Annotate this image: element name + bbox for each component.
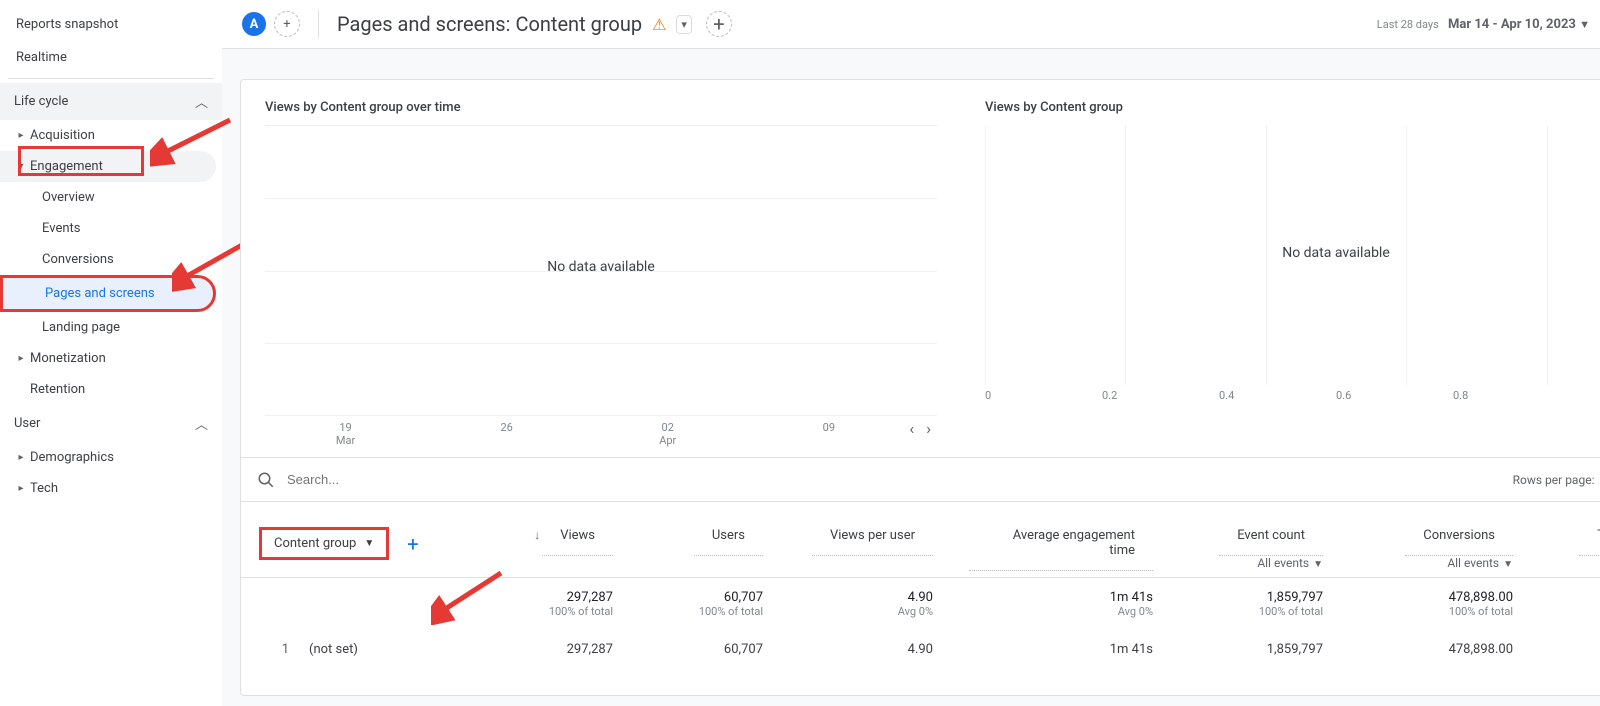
col-event-count[interactable]: Event count [1219, 516, 1323, 556]
no-data-label: No data available [265, 259, 937, 275]
segment-chip[interactable]: A [242, 12, 266, 36]
chart-next-button[interactable]: › [926, 419, 931, 438]
cell-events: 1,859,797 [1171, 630, 1341, 669]
sidebar-realtime[interactable]: Realtime [0, 41, 222, 74]
cell-rev: $97,519.30 [1531, 630, 1600, 669]
summary-aet: 1m 41s [969, 590, 1153, 605]
annotation-arrow-icon [431, 565, 511, 625]
plus-icon: + [283, 17, 290, 32]
sidebar-monetization-label: Monetization [30, 351, 106, 366]
caret-right-icon: ▸ [12, 483, 30, 494]
warning-triangle-icon[interactable]: ⚠ [652, 15, 666, 34]
add-segment-button[interactable]: + [274, 11, 300, 37]
page-title: Pages and screens: Content group ⚠ ▾ + [337, 11, 732, 37]
sidebar-tech-label: Tech [30, 481, 58, 496]
col-avg-engagement[interactable]: Average engagement time [969, 516, 1153, 571]
sidebar-group-user[interactable]: User ︿ [0, 405, 222, 442]
cell-conv: 478,898.00 [1341, 630, 1531, 669]
sidebar-item-retention[interactable]: Retention [0, 374, 222, 405]
sidebar-demographics-label: Demographics [30, 450, 114, 465]
table-toolbar: Rows per page: 10 1-1 of 1 [241, 457, 1600, 502]
search-icon [257, 471, 275, 489]
col-views[interactable]: Views [542, 516, 613, 556]
conversion-filter[interactable]: All events▼ [1447, 556, 1513, 570]
dimension-picker[interactable]: Content group ▼ [259, 527, 389, 560]
col-views-per-user[interactable]: Views per user [812, 516, 933, 556]
chevron-up-icon: ︿ [195, 414, 208, 433]
page-title-text: Pages and screens: Content group [337, 12, 642, 36]
col-conversions[interactable]: Conversions [1405, 516, 1513, 556]
chevron-up-icon: ︿ [195, 92, 208, 111]
cell-views: 297,287 [461, 630, 631, 669]
sidebar-item-landing-page[interactable]: Landing page [0, 312, 222, 343]
chart-title: Views by Content group [985, 100, 1600, 115]
chart-prev-button[interactable]: ‹ [909, 419, 914, 438]
sidebar-user-label: User [14, 416, 40, 431]
sidebar: Reports snapshot Realtime Life cycle ︿ ▸… [0, 0, 222, 706]
rows-per-page[interactable]: Rows per page: 10 [1513, 471, 1600, 488]
sidebar-acquisition-label: Acquisition [30, 128, 95, 143]
chart-title: Views by Content group over time [265, 100, 937, 115]
sidebar-item-monetization[interactable]: ▸ Monetization [0, 343, 222, 374]
chart-x-axis: 19Mar 26 02Apr 09 [265, 421, 909, 447]
report-card: Views by Content group over time No data… [240, 79, 1600, 696]
sort-desc-icon[interactable]: ↓ [534, 528, 540, 542]
caret-right-icon: ▸ [12, 130, 30, 141]
add-dimension-button[interactable]: + [407, 532, 418, 556]
dimension-label: Content group [274, 536, 356, 551]
table-row[interactable]: 1 (not set) [241, 630, 461, 669]
topbar: A + Pages and screens: Content group ⚠ ▾… [222, 0, 1600, 49]
summary-users: 60,707 [649, 590, 763, 605]
event-filter[interactable]: All events▼ [1257, 556, 1323, 570]
sidebar-item-demographics[interactable]: ▸ Demographics [0, 442, 222, 473]
cell-vpu: 4.90 [781, 630, 951, 669]
title-dropdown[interactable]: ▾ [676, 15, 692, 34]
summary-events: 1,859,797 [1189, 590, 1323, 605]
caret-right-icon: ▸ [12, 452, 30, 463]
sidebar-item-overview[interactable]: Overview [0, 182, 222, 213]
sidebar-lifecycle-label: Life cycle [14, 94, 68, 109]
rpp-label: Rows per page: [1513, 473, 1595, 487]
summary-conv: 478,898.00 [1359, 590, 1513, 605]
cell-aet: 1m 41s [951, 630, 1171, 669]
date-range-label: Last 28 days [1377, 18, 1439, 31]
no-data-label: No data available [985, 245, 1600, 261]
sidebar-reports-snapshot[interactable]: Reports snapshot [0, 8, 222, 41]
summary-rev: $97,519.30 [1549, 590, 1600, 605]
plus-icon: + [713, 12, 724, 36]
sidebar-engagement-label: Engagement [30, 159, 103, 174]
caret-right-icon: ▸ [12, 353, 30, 364]
cell-users: 60,707 [631, 630, 781, 669]
row-index: 1 [259, 642, 289, 657]
sidebar-item-tech[interactable]: ▸ Tech [0, 473, 222, 504]
chevron-down-icon: ▼ [1579, 18, 1590, 31]
date-range-picker[interactable]: Last 28 days Mar 14 - Apr 10, 2023 ▼ [1377, 17, 1590, 32]
caret-down-icon: ▾ [12, 161, 30, 172]
row-dimension: (not set) [309, 642, 358, 657]
date-range-value: Mar 14 - Apr 10, 2023 [1448, 17, 1576, 32]
summary-vpu: 4.90 [799, 590, 933, 605]
chart-pager: ‹ › [909, 415, 937, 438]
chart-time-series: Views by Content group over time No data… [241, 80, 951, 457]
chart-bar: Views by Content group No data available… [951, 80, 1600, 457]
col-users[interactable]: Users [694, 516, 763, 556]
sidebar-retention-label: Retention [30, 382, 85, 397]
col-total-revenue[interactable]: Total revenue [1579, 516, 1600, 556]
add-comparison-button[interactable]: + [706, 11, 732, 37]
chevron-down-icon: ▼ [364, 538, 374, 549]
annotation-arrow-icon [150, 110, 240, 170]
chart-x-axis: 0 0.2 0.4 0.6 0.8 1 [985, 389, 1600, 402]
search-input[interactable] [283, 468, 1513, 491]
